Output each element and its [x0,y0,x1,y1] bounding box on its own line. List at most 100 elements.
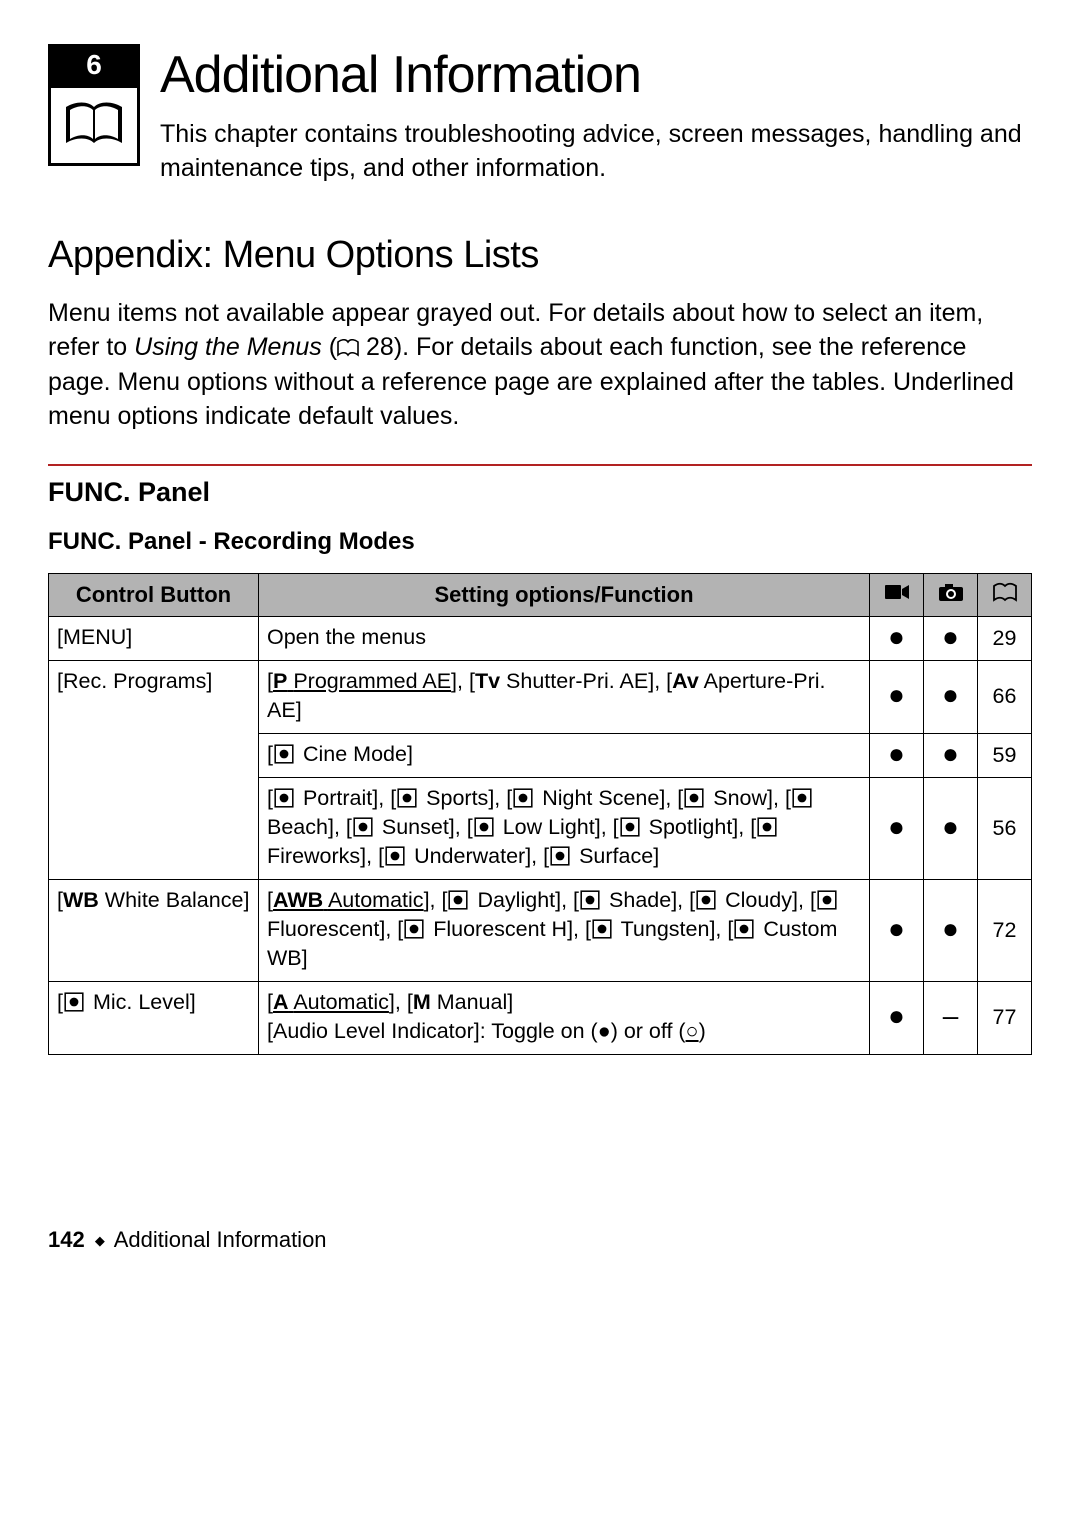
th-control: Control Button [49,573,259,616]
tungsten-icon [591,918,613,940]
chapter-intro: This chapter contains troubleshooting ad… [160,118,1032,186]
chapter-text: Additional Information This chapter cont… [160,40,1032,186]
reference-page-cell: 77 [978,981,1032,1054]
audio-indicator-text: [Audio Level Indicator]: Toggle on ( [267,1019,598,1043]
options-cell: Open the menus [259,616,870,660]
control-cell: [MENU] [49,616,259,660]
mode-abbr: Tv [475,669,500,693]
mode-label: Fluorescent [267,917,379,941]
chapter-number: 6 [48,44,140,88]
appendix-ref-title: Using the Menus [134,333,322,361]
th-photo-icon [924,573,978,616]
photo-mode-cell: ● [924,879,978,981]
appendix-body: Menu items not available appear grayed o… [48,297,1032,434]
mode-abbr: WB [63,888,99,912]
video-mode-cell: ● [870,733,924,777]
reference-page-cell: 66 [978,660,1032,733]
sports-icon [396,787,418,809]
mode-label: Shade [609,888,671,912]
mode-label: Surface [579,844,653,868]
underwater-icon [384,845,406,867]
options-cell: [AWB Automatic], [ Daylight], [ Shade], … [259,879,870,981]
mode-abbr: Av [672,669,699,693]
control-cell: [Rec. Programs] [49,660,259,879]
mode-label: Night Scene [542,786,659,810]
mode-label: Fireworks [267,844,360,868]
mode-label: Cine Mode [303,742,407,766]
mic-icon [63,991,85,1013]
photo-mode-cell: ● [924,733,978,777]
func-table: Control Button Setting options/Function … [48,573,1032,1055]
shade-icon [579,889,601,911]
photo-mode-cell: ● [924,777,978,879]
photo-mode-cell: – [924,981,978,1054]
reference-page-cell: 59 [978,733,1032,777]
mode-label: Mic. Level [93,990,190,1014]
table-row: [MENU]Open the menus●●29 [49,616,1032,660]
beach-icon [791,787,813,809]
book-open-icon [48,88,140,166]
mode-label: Fluorescent H [433,917,567,941]
control-cell: [ Mic. Level] [49,981,259,1054]
th-video-icon [870,573,924,616]
surface-icon [549,845,571,867]
mode-label: Automatic [293,990,389,1014]
reference-page-cell: 56 [978,777,1032,879]
mode-abbr: M [413,990,431,1014]
th-options: Setting options/Function [259,573,870,616]
table-row: [Rec. Programs][P Programmed AE], [Tv Sh… [49,660,1032,733]
panel-title: FUNC. Panel [48,474,1032,510]
toggle-on-icon: ● [598,1019,611,1043]
video-mode-cell: ● [870,879,924,981]
options-cell: [P Programmed AE], [Tv Shutter-Pri. AE],… [259,660,870,733]
portrait-icon [273,787,295,809]
footer-section: Additional Information [114,1227,327,1252]
snow-icon [683,787,705,809]
page-footer: 142 ◆ Additional Information [48,1225,1032,1255]
appendix-ref-page: 28 [366,333,394,361]
control-cell: [WB White Balance] [49,879,259,981]
mode-label: Portrait [303,786,372,810]
page-number: 142 [48,1227,85,1252]
appendix-title: Appendix: Menu Options Lists [48,230,1032,281]
video-mode-cell: ● [870,981,924,1054]
daylight-icon [447,889,469,911]
mode-abbr: P [273,669,287,693]
photo-mode-cell: ● [924,660,978,733]
table-header-row: Control Button Setting options/Function [49,573,1032,616]
mode-label: Spotlight [649,815,733,839]
table-row: [WB White Balance][AWB Automatic], [ Day… [49,879,1032,981]
mode-label: Manual [437,990,508,1014]
reference-page-cell: 72 [978,879,1032,981]
lowlight-icon [473,816,495,838]
mode-abbr: AWB [273,888,323,912]
photo-mode-cell: ● [924,616,978,660]
mode-label: Shutter-Pri. AE [506,669,648,693]
night-icon [512,787,534,809]
table-row: [ Mic. Level][A Automatic], [M Manual][A… [49,981,1032,1054]
mode-label: Low Light [503,815,595,839]
video-mode-cell: ● [870,660,924,733]
mode-label: Tungsten [621,917,710,941]
video-mode-cell: ● [870,777,924,879]
spotlight-icon [619,816,641,838]
mode-label: White Balance [105,888,244,912]
sunset-icon [352,816,374,838]
mode-label: Beach [267,815,328,839]
mode-label: Daylight [477,888,555,912]
chapter-header: 6 Additional Information This chapter co… [48,40,1032,186]
chapter-badge: 6 [48,44,140,166]
th-ref-icon [978,573,1032,616]
fluorescent-icon [816,889,838,911]
options-cell: [ Portrait], [ Sports], [ Night Scene], … [259,777,870,879]
custom-wb-icon [733,918,755,940]
cloudy-icon [695,889,717,911]
footer-diamond-icon: ◆ [95,1233,105,1248]
video-mode-cell: ● [870,616,924,660]
mode-label: Sunset [382,815,449,839]
mode-label: Cloudy [725,888,792,912]
mode-label: Programmed AE [293,669,451,693]
mode-label: Snow [713,786,767,810]
panel-subtitle: FUNC. Panel - Recording Modes [48,526,1032,558]
reference-page-cell: 29 [978,616,1032,660]
